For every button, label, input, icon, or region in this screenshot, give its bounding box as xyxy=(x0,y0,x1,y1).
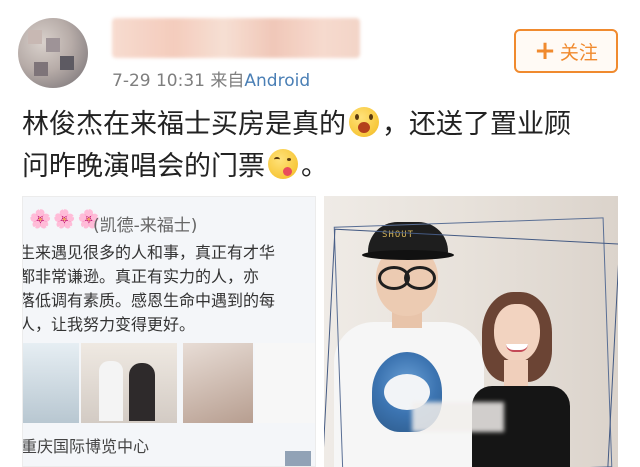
image-corner-badge xyxy=(285,451,311,466)
screenshot-line: 人，让我努力变得更好。 xyxy=(22,315,196,334)
image-tag: (凯德-来福士) xyxy=(93,216,198,236)
post-source[interactable]: Android xyxy=(244,71,310,91)
flower-icons: 🌸🌸🌸 xyxy=(29,209,103,230)
thumbnail-photo xyxy=(255,343,315,423)
user-avatar[interactable] xyxy=(18,18,88,88)
photo-frame-line xyxy=(324,228,618,467)
post-text-line2-tail: 。 xyxy=(301,151,328,182)
post-source-prefix: 来自 xyxy=(210,71,245,91)
post-text-line2: 问昨晚演唱会的门票 xyxy=(22,151,265,182)
plus-icon: + xyxy=(534,36,556,66)
thumbnail-photo xyxy=(81,343,177,423)
follow-label: 关注 xyxy=(559,41,598,64)
post-text-line1-tail: ，还送了置业顾 xyxy=(382,109,571,140)
blurred-username[interactable] xyxy=(112,18,360,58)
post-image-screenshot[interactable]: 🌸🌸🌸 (凯德-来福士) 生来遇见很多的人和事，真正有才华 都非常谦逊。真正有实… xyxy=(22,196,316,467)
thumbnail-photo xyxy=(23,343,79,423)
post-meta: 7-29 10:31 来自Android xyxy=(112,66,310,91)
post-image-photo[interactable]: SHOUT xyxy=(324,196,618,467)
screenshot-text: 生来遇见很多的人和事，真正有才华 都非常谦逊。真正有实力的人，亦 落低调有素质。… xyxy=(22,241,315,337)
surprised-face-icon xyxy=(349,107,379,137)
screenshot-line: 都非常谦逊。真正有实力的人，亦 xyxy=(22,267,260,286)
thumbnail-photo xyxy=(183,343,253,423)
post-time: 7-29 10:31 xyxy=(112,71,205,91)
screenshot-line: 落低调有素质。感恩生命中遇到的每 xyxy=(22,291,276,310)
venue-text: 重庆国际博览中心 xyxy=(22,437,150,456)
follow-button[interactable]: + 关注 xyxy=(514,29,618,73)
tongue-face-icon xyxy=(268,149,298,179)
post-text-line1: 林俊杰在来福士买房是真的 xyxy=(22,109,346,140)
screenshot-line: 生来遇见很多的人和事，真正有才华 xyxy=(22,243,276,262)
post-body-text: 林俊杰在来福士买房是真的 ，还送了置业顾 问昨晚演唱会的门票 。 xyxy=(22,104,622,188)
